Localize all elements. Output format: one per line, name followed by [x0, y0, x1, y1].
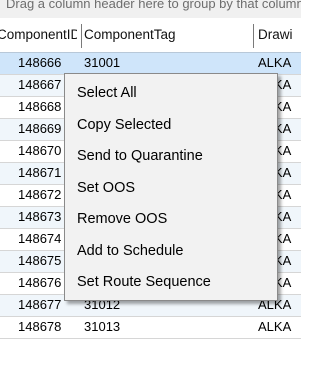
cell-componentid: 148678 — [18, 319, 62, 334]
menu-item-send-to-quarantine[interactable]: Send to Quarantine — [67, 141, 273, 171]
menu-item-select-all[interactable]: Select All — [67, 78, 273, 108]
group-by-panel[interactable]: Drag a column header here to group by th… — [0, 0, 301, 18]
cell-componenttag: 31001 — [84, 55, 121, 70]
column-header-componentid[interactable]: ComponentID — [0, 18, 77, 52]
column-divider[interactable] — [253, 24, 254, 48]
menu-item-remove-oos[interactable]: Remove OOS — [67, 204, 273, 234]
group-by-hint: Drag a column header here to group by th… — [6, 0, 301, 11]
column-header-componenttag[interactable]: ComponentTag — [84, 18, 242, 52]
cell-componenttag: 31013 — [84, 319, 121, 334]
column-divider[interactable] — [81, 24, 82, 48]
table-row[interactable]: 148678 31013 ALKA — [0, 317, 301, 339]
cell-drawing: ALKA — [258, 319, 292, 334]
menu-item-add-to-schedule[interactable]: Add to Schedule — [67, 236, 273, 266]
table-row[interactable]: 148666 31001 ALKA — [0, 53, 301, 75]
grid-header: ComponentID ComponentTag Drawi — [0, 18, 301, 53]
context-menu: Select All Copy Selected Send to Quarantin… — [64, 73, 278, 301]
menu-item-set-route-sequence[interactable]: Set Route Sequence — [67, 267, 273, 297]
column-header-drawing[interactable]: Drawi — [258, 18, 301, 52]
menu-item-copy-selected[interactable]: Copy Selected — [67, 110, 273, 140]
menu-item-set-oos[interactable]: Set OOS — [67, 173, 273, 203]
cell-drawing: ALKA — [258, 55, 292, 70]
cell-componentid: 148666 — [18, 55, 62, 70]
